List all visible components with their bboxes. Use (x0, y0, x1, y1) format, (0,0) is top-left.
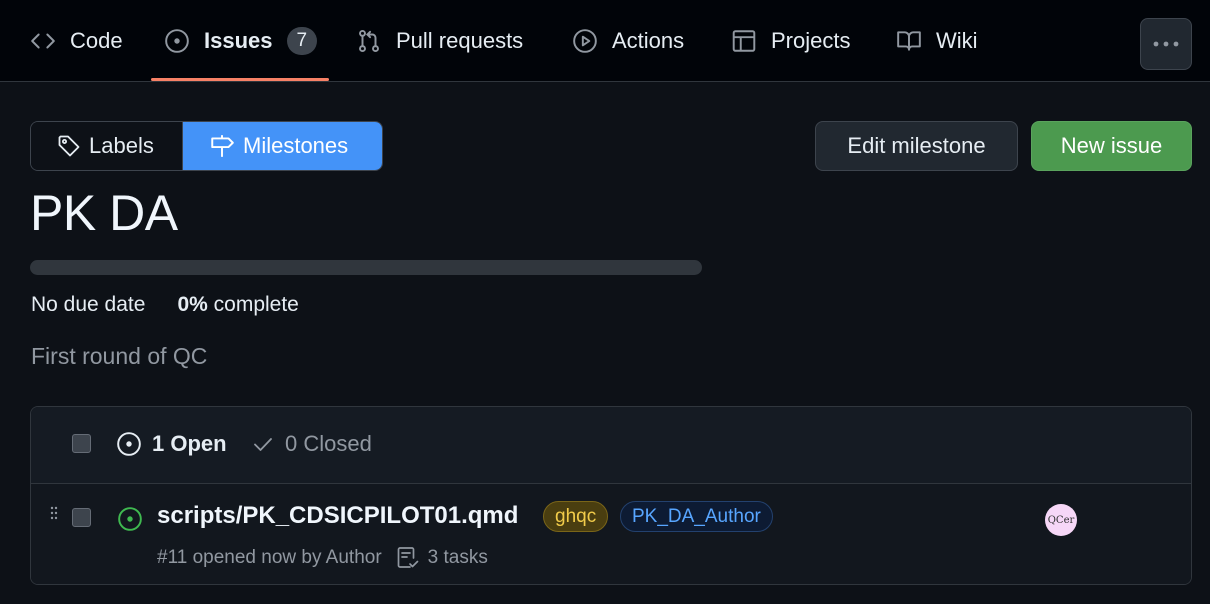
tab-label: Issues (204, 28, 273, 53)
tab-projects[interactable]: Projects (731, 0, 850, 82)
assignee-avatar[interactable]: QCer (1045, 504, 1077, 536)
tab-pull-requests[interactable]: Pull requests (356, 0, 523, 82)
labels-milestones-switcher: Labels Milestones (30, 121, 383, 171)
issue-opened-icon (116, 431, 142, 457)
milestones-button[interactable]: Milestones (183, 122, 382, 170)
issue-meta: #11 opened now by Author 3 tasks (157, 546, 488, 570)
play-icon (572, 28, 598, 54)
tab-label: Projects (771, 28, 851, 53)
completion-word: complete (213, 293, 299, 316)
closed-filter[interactable]: 0 Closed (251, 431, 372, 457)
tag-icon (57, 134, 81, 158)
tab-label: Actions (612, 28, 685, 53)
tab-label: Code (70, 28, 123, 53)
checklist-icon (396, 546, 420, 570)
milestone-title: PK DA (30, 185, 178, 241)
tab-label: Pull requests (396, 28, 524, 53)
new-issue-button[interactable]: New issue (1031, 121, 1192, 171)
kebab-horizontal-icon (1152, 40, 1180, 48)
labels-button-label: Labels (89, 133, 154, 158)
repo-nav: Code Issues 7 Pull requests Actions Proj… (0, 0, 1210, 82)
tab-actions[interactable]: Actions (572, 0, 684, 82)
issue-title-link[interactable]: scripts/PK_CDSICPILOT01.qmd (157, 502, 518, 530)
active-tab-underline (151, 78, 329, 81)
git-pull-request-icon (356, 28, 382, 54)
open-count: 1 Open (152, 431, 227, 456)
open-filter[interactable]: 1 Open (116, 431, 227, 457)
check-icon (251, 432, 275, 456)
issues-list: 1 Open 0 Closed scripts/PK_CDSICPILOT01.… (30, 406, 1192, 585)
issue-opened-icon (164, 28, 190, 54)
tab-issues[interactable]: Issues 7 (164, 0, 318, 82)
code-icon (30, 28, 56, 54)
more-options-button[interactable] (1140, 18, 1192, 70)
milestone-progress-bar (30, 260, 702, 275)
label-pk-da-author[interactable]: PK_DA_Author (620, 501, 773, 532)
drag-handle-icon[interactable] (49, 506, 59, 520)
table-icon (731, 28, 757, 54)
milestones-button-label: Milestones (243, 133, 349, 158)
issue-opened-icon (117, 506, 143, 532)
tasks-count: 3 tasks (427, 547, 488, 568)
edit-milestone-button[interactable]: Edit milestone (815, 121, 1018, 171)
label-ghqc[interactable]: ghqc (543, 501, 609, 532)
tab-label: Wiki (936, 28, 978, 53)
tab-code[interactable]: Code (30, 0, 123, 82)
issue-checkbox[interactable] (72, 508, 91, 527)
milestone-icon (209, 133, 235, 159)
labels-button[interactable]: Labels (31, 122, 183, 170)
tab-wiki[interactable]: Wiki (896, 0, 978, 82)
issues-count-badge: 7 (286, 27, 318, 55)
book-icon (896, 28, 922, 54)
closed-count: 0 Closed (285, 431, 372, 456)
issue-opened-info: #11 opened now by Author (157, 547, 382, 568)
issues-list-header: 1 Open 0 Closed (31, 407, 1191, 484)
due-date: No due date (31, 293, 146, 316)
select-all-checkbox[interactable] (72, 434, 91, 453)
completion-percent: 0% (177, 293, 208, 316)
milestone-meta: No due date 0% complete (31, 293, 299, 317)
list-item[interactable]: scripts/PK_CDSICPILOT01.qmd ghqc PK_DA_A… (31, 484, 1191, 584)
milestone-description: First round of QC (31, 343, 208, 369)
tasks-indicator[interactable]: 3 tasks (396, 546, 488, 570)
completion: 0% complete (177, 293, 298, 317)
